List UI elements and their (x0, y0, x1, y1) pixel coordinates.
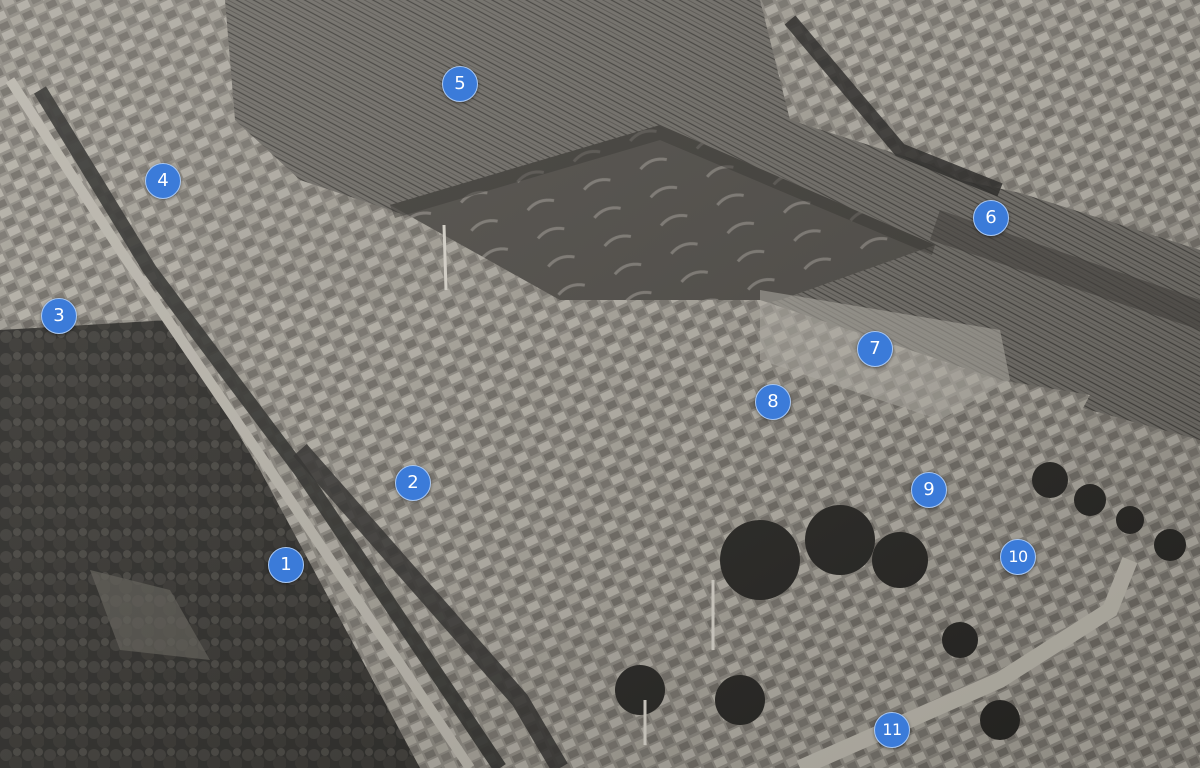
map-marker-2[interactable]: 2 (395, 465, 431, 501)
marker-label: 11 (882, 720, 902, 739)
map-marker-5[interactable]: 5 (442, 66, 478, 102)
map-marker-8[interactable]: 8 (755, 384, 791, 420)
marker-label: 3 (53, 305, 65, 326)
aerial-photo (0, 0, 1200, 768)
marker-label: 8 (767, 391, 779, 412)
map-marker-7[interactable]: 7 (857, 331, 893, 367)
map-marker-11[interactable]: 11 (874, 712, 910, 748)
map-marker-3[interactable]: 3 (41, 298, 77, 334)
map-marker-9[interactable]: 9 (911, 472, 947, 508)
marker-label: 7 (869, 338, 881, 359)
map-marker-4[interactable]: 4 (145, 163, 181, 199)
marker-label: 10 (1008, 547, 1028, 566)
map-marker-6[interactable]: 6 (973, 200, 1009, 236)
map-marker-10[interactable]: 10 (1000, 539, 1036, 575)
marker-label: 5 (454, 73, 466, 94)
map-marker-1[interactable]: 1 (268, 547, 304, 583)
marker-label: 1 (280, 554, 292, 575)
marker-label: 6 (985, 207, 997, 228)
marker-label: 2 (407, 472, 419, 493)
marker-label: 4 (157, 170, 169, 191)
marker-label: 9 (923, 479, 935, 500)
